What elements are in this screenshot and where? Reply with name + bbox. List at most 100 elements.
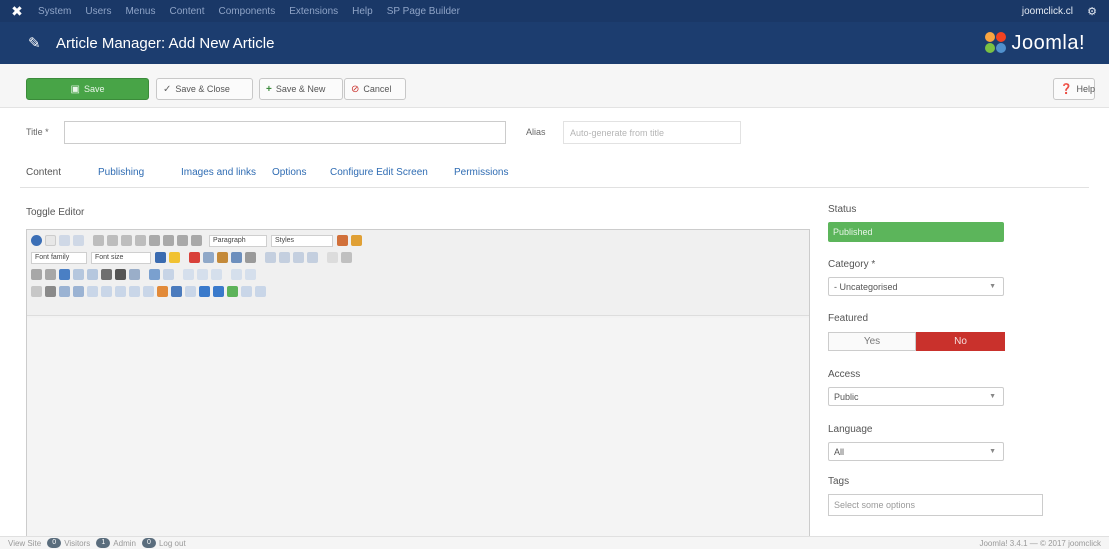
featured-no-toggle[interactable]: No — [916, 332, 1005, 351]
gear-icon[interactable]: ⚙ — [1085, 5, 1099, 18]
copy-icon[interactable] — [203, 252, 214, 263]
forward-icon[interactable] — [101, 286, 112, 297]
strikethrough-icon[interactable] — [135, 235, 146, 246]
cite-icon[interactable] — [129, 286, 140, 297]
text-color-icon[interactable] — [155, 252, 166, 263]
toggle-editor-button[interactable]: Toggle Editor — [26, 207, 84, 218]
cancel-button[interactable]: ⊘ Cancel — [344, 78, 406, 100]
save-close-button[interactable]: ✓ Save & Close — [156, 78, 253, 100]
row-icon[interactable] — [163, 269, 174, 280]
absolute-icon[interactable] — [87, 286, 98, 297]
tab-images-links[interactable]: Images and links — [181, 167, 256, 178]
alias-input[interactable]: Auto-generate from title — [563, 121, 741, 144]
emoticons-icon[interactable] — [171, 286, 182, 297]
status-select[interactable]: Published — [828, 222, 1004, 242]
italic-icon[interactable] — [107, 235, 118, 246]
logout-label[interactable]: Log out — [159, 539, 186, 548]
tab-configure-edit-screen[interactable]: Configure Edit Screen — [330, 167, 428, 178]
help-button[interactable]: ❓ Help — [1053, 78, 1095, 100]
subscript-icon[interactable] — [129, 269, 140, 280]
eraser-icon[interactable] — [337, 235, 348, 246]
redo-icon[interactable] — [73, 235, 84, 246]
menu-help[interactable]: Help — [346, 6, 381, 17]
paste-icon[interactable] — [217, 252, 228, 263]
tab-content[interactable]: Content — [26, 167, 61, 178]
highlight-icon[interactable] — [169, 252, 180, 263]
align-right-icon[interactable] — [177, 235, 188, 246]
menu-content[interactable]: Content — [163, 6, 212, 17]
spellcheck-icon[interactable] — [227, 286, 238, 297]
category-select[interactable]: - Uncategorised ▼ — [828, 277, 1004, 296]
site-name-link[interactable]: joomclick.cl — [1022, 6, 1073, 17]
view-site-link[interactable]: View Site — [8, 539, 41, 548]
menu-system[interactable]: System — [32, 6, 79, 17]
align-center-icon[interactable] — [163, 235, 174, 246]
backward-icon[interactable] — [115, 286, 126, 297]
fullscreen-icon[interactable] — [199, 286, 210, 297]
ltr-icon[interactable] — [31, 269, 42, 280]
featured-yes-toggle[interactable]: Yes — [828, 332, 916, 351]
preview-icon[interactable] — [213, 286, 224, 297]
undo-icon[interactable] — [59, 235, 70, 246]
template-icon[interactable] — [59, 286, 70, 297]
globe-icon[interactable] — [31, 235, 42, 246]
column-icon[interactable] — [183, 269, 194, 280]
tags-input[interactable]: Select some options — [828, 494, 1043, 516]
editor-content-area[interactable] — [27, 318, 809, 548]
underline-icon[interactable] — [121, 235, 132, 246]
unlink-icon[interactable] — [87, 269, 98, 280]
menu-components[interactable]: Components — [213, 6, 284, 17]
menu-extensions[interactable]: Extensions — [283, 6, 346, 17]
tab-options[interactable]: Options — [272, 167, 306, 178]
outdent-icon[interactable] — [293, 252, 304, 263]
save-new-button[interactable]: + Save & New — [259, 78, 343, 100]
delete-table-icon[interactable] — [231, 269, 242, 280]
access-select[interactable]: Public ▼ — [828, 387, 1004, 406]
insert-time-icon[interactable] — [185, 286, 196, 297]
cell-props-icon[interactable] — [245, 269, 256, 280]
layer-icon[interactable] — [73, 286, 84, 297]
paste-text-icon[interactable] — [231, 252, 242, 263]
image-icon[interactable] — [101, 269, 112, 280]
visual-aid-icon[interactable] — [31, 286, 42, 297]
language-select[interactable]: All ▼ — [828, 442, 1004, 461]
table-icon[interactable] — [149, 269, 160, 280]
anchor-icon[interactable] — [59, 269, 70, 280]
bullet-list-icon[interactable] — [265, 252, 276, 263]
admin-item[interactable]: 1 Admin — [96, 538, 136, 548]
tab-publishing[interactable]: Publishing — [98, 167, 144, 178]
media-icon[interactable] — [115, 269, 126, 280]
font-family-select[interactable]: Font family — [31, 251, 87, 264]
save-button[interactable]: ▣ Save — [26, 78, 149, 100]
code-icon[interactable] — [241, 286, 252, 297]
visitors-item[interactable]: 0 Visitors — [47, 538, 90, 548]
styles-select[interactable]: Styles — [271, 234, 333, 247]
tab-permissions[interactable]: Permissions — [454, 167, 508, 178]
horizontal-rule-icon[interactable] — [341, 252, 352, 263]
align-justify-icon[interactable] — [191, 235, 202, 246]
bold-icon[interactable] — [93, 235, 104, 246]
align-left-icon[interactable] — [149, 235, 160, 246]
help-editor-icon[interactable] — [255, 286, 266, 297]
cut-icon[interactable] — [189, 252, 200, 263]
title-input[interactable] — [64, 121, 506, 144]
link-icon[interactable] — [73, 269, 84, 280]
merge-cells-icon[interactable] — [197, 269, 208, 280]
joomla-icon[interactable]: ✖ — [2, 0, 32, 22]
brush-icon[interactable] — [351, 235, 362, 246]
insert-date-icon[interactable] — [157, 286, 168, 297]
indent-icon[interactable] — [307, 252, 318, 263]
menu-menus[interactable]: Menus — [119, 6, 163, 17]
search-icon[interactable] — [327, 252, 338, 263]
font-size-select[interactable]: Font size — [91, 251, 151, 264]
rtl-icon[interactable] — [45, 269, 56, 280]
abbr-icon[interactable] — [143, 286, 154, 297]
menu-users[interactable]: Users — [79, 6, 119, 17]
split-cells-icon[interactable] — [211, 269, 222, 280]
format-select[interactable]: Paragraph — [209, 234, 267, 247]
pilcrow-icon[interactable] — [45, 286, 56, 297]
new-document-icon[interactable] — [45, 235, 56, 246]
menu-sp-page-builder[interactable]: SP Page Builder — [381, 6, 468, 17]
numbered-list-icon[interactable] — [279, 252, 290, 263]
paste-word-icon[interactable] — [245, 252, 256, 263]
